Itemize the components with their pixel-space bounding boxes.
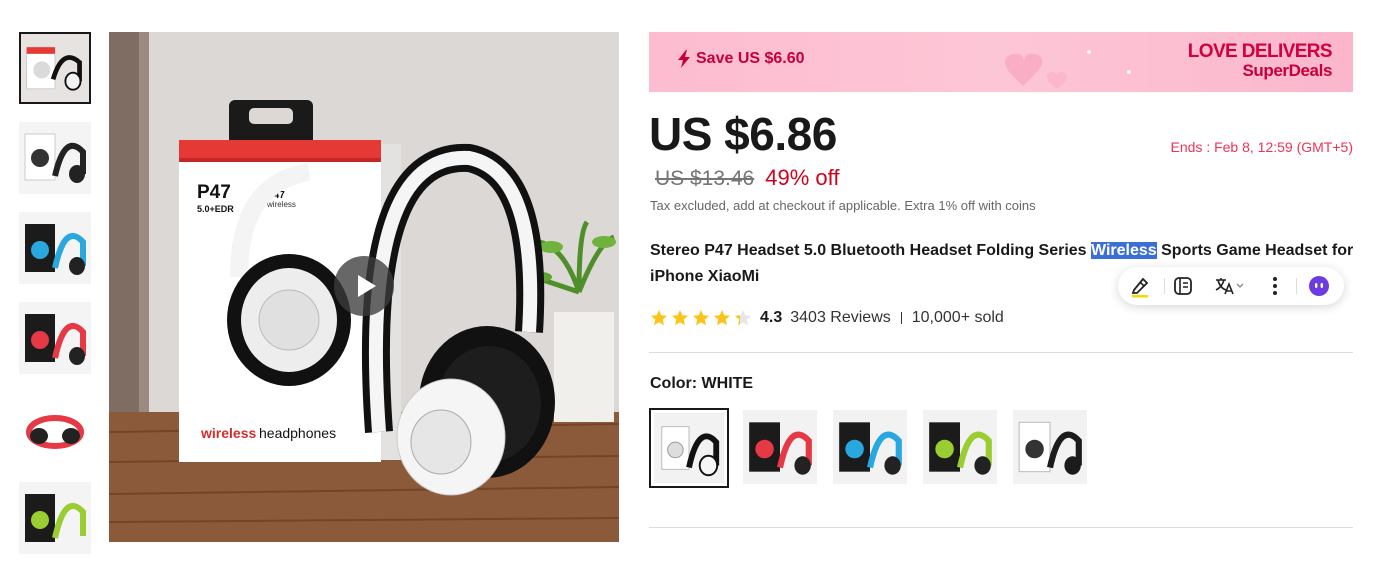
thumbnail-image [21, 34, 89, 102]
swatch-image [654, 413, 724, 483]
brand-line-2: SuperDeals [1242, 61, 1332, 80]
thumbnail-2[interactable] [19, 122, 91, 194]
section-divider [649, 352, 1353, 353]
star-rating [650, 309, 752, 327]
thumbnail-image [19, 482, 91, 554]
highlighter-button[interactable] [1128, 274, 1152, 298]
thumbnail-image [19, 122, 91, 194]
thumbnail-1[interactable] [19, 32, 91, 104]
hearts-decoration [1005, 50, 1131, 89]
rating-row: 4.3 3403 Reviews 10,000+ sold [650, 307, 1004, 329]
section-divider [649, 527, 1353, 528]
thumbnail-image [19, 392, 91, 464]
deal-ends-text: Ends : Feb 8, 12:59 (GMT+5) [1170, 139, 1353, 155]
box-caption-colored: wireless [200, 425, 256, 441]
highlighter-icon [1131, 277, 1149, 298]
original-price-row: US $13.46 49% off [655, 165, 839, 191]
more-icon [1273, 277, 1277, 295]
rating-separator [900, 312, 902, 324]
superdeals-logo: LOVE DELIVERS SuperDeals [1187, 41, 1333, 80]
current-price: US $6.86 [649, 108, 837, 160]
main-product-image[interactable]: P47 5.0+EDR P47 wireless wireless headph… [109, 32, 619, 542]
translate-icon [1215, 278, 1244, 295]
save-amount: Save US $6.60 [677, 50, 805, 68]
rating-value: 4.3 [760, 309, 783, 326]
sold-count: 10,000+ sold [911, 309, 1004, 326]
star-icon [651, 310, 667, 326]
star-icon [693, 310, 709, 326]
thumbnail-3[interactable] [19, 212, 91, 284]
assistant-button[interactable] [1307, 274, 1331, 298]
selected-color: WHITE [701, 375, 754, 392]
star-icon [714, 310, 730, 326]
color-option-white[interactable] [649, 408, 729, 488]
translate-button[interactable] [1213, 274, 1245, 298]
notes-icon [1174, 277, 1192, 295]
toolbar-divider [1296, 278, 1297, 294]
box-wireless-text: wireless [266, 200, 296, 209]
original-price: US $13.46 [655, 167, 755, 190]
title-part-1: Stereo P47 Headset 5.0 Bluetooth Headset… [650, 242, 1092, 259]
box-model-text: P47 [197, 182, 231, 203]
play-video-button[interactable] [334, 256, 394, 316]
star-icon [672, 310, 688, 326]
more-options-button[interactable] [1263, 274, 1287, 298]
swatch-image [929, 422, 992, 475]
discount-percent: 49% off [765, 165, 840, 190]
color-label: Color: WHITE [650, 375, 753, 393]
play-icon [358, 275, 376, 297]
box-version-text: 5.0+EDR [197, 204, 234, 214]
selection-toolbar [1118, 267, 1344, 305]
save-text: Save US $6.60 [696, 50, 805, 67]
box-caption: headphones [259, 425, 336, 441]
color-option-green[interactable] [923, 410, 997, 484]
swatch-image [749, 422, 812, 475]
color-option-red[interactable] [743, 410, 817, 484]
thumbnail-6[interactable] [19, 482, 91, 554]
brand-line-1: LOVE DELIVERS [1187, 41, 1333, 62]
notes-button[interactable] [1171, 274, 1195, 298]
superdeals-banner[interactable]: Save US $6.60 LOVE DELIVERS SuperDeals [649, 32, 1353, 92]
title-selected-text: Wireless [1091, 242, 1157, 259]
thumbnail-image [19, 212, 91, 284]
color-option-black[interactable] [1013, 410, 1087, 484]
lightning-icon [678, 50, 690, 68]
swatch-image [1018, 421, 1082, 475]
swatch-image [839, 422, 902, 475]
assistant-icon [1309, 276, 1329, 296]
reviews-link[interactable]: 3403 Reviews [790, 309, 891, 327]
toolbar-divider [1164, 278, 1165, 294]
star-icon [735, 310, 751, 326]
color-label-prefix: Color: [650, 375, 702, 392]
thumbnail-image [19, 302, 91, 374]
thumbnail-5[interactable] [19, 392, 91, 464]
tax-note: Tax excluded, add at checkout if applica… [650, 198, 1036, 213]
color-option-blue[interactable] [833, 410, 907, 484]
thumbnail-4[interactable] [19, 302, 91, 374]
